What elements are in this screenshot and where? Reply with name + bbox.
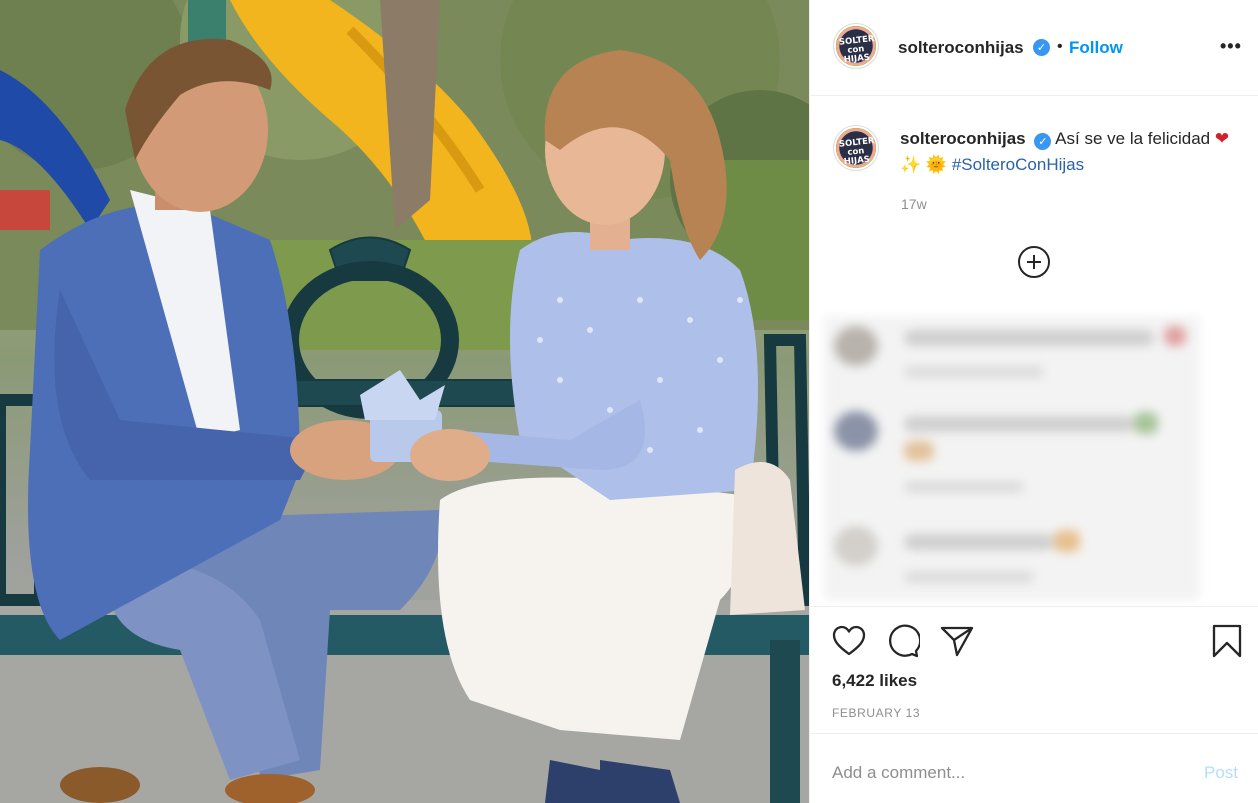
comment-bar: Post [810, 733, 1258, 803]
caption-avatar[interactable]: SOLTERO con HIJAS [834, 126, 878, 170]
likes-count[interactable]: 6,422 likes [832, 671, 917, 691]
header-username[interactable]: solteroconhijas [898, 38, 1024, 58]
caption-hashtag[interactable]: #SolteroConHijas [952, 155, 1084, 174]
sun-emoji-icon: 🌞 [925, 155, 948, 175]
heart-emoji-icon: ❤ [1214, 129, 1230, 149]
bookmark-icon[interactable] [1212, 624, 1242, 658]
caption-username[interactable]: solteroconhijas [900, 129, 1026, 148]
verified-badge-icon: ✓ [1033, 39, 1050, 56]
photo-illustration [0, 0, 809, 803]
post-photo[interactable] [0, 0, 809, 803]
blurred-comments [824, 316, 1200, 600]
separator-dot: • [1057, 38, 1063, 55]
avatar-logo-text: SOLTERO con HIJAS [838, 33, 878, 66]
caption-age[interactable]: 17w [901, 196, 927, 212]
load-more-comments-icon[interactable] [1018, 246, 1050, 278]
post-header: SOLTERO con HIJAS solteroconhijas ✓ • Fo… [810, 0, 1258, 96]
avatar-logo-text: SOLTERO con HIJAS [838, 135, 878, 168]
post-date[interactable]: FEBRUARY 13 [832, 706, 920, 720]
post-side-panel: SOLTERO con HIJAS solteroconhijas ✓ • Fo… [809, 0, 1258, 803]
caption-text: solteroconhijas ✓ Así se ve la felicidad… [900, 126, 1230, 178]
heart-icon[interactable] [832, 625, 866, 657]
follow-button[interactable]: Follow [1069, 38, 1123, 58]
post-actions: 6,422 likes FEBRUARY 13 [810, 606, 1258, 734]
comment-input[interactable] [832, 758, 1162, 788]
caption-message: Así se ve la felicidad [1055, 129, 1215, 148]
avatar[interactable]: SOLTERO con HIJAS [834, 24, 878, 68]
sparkles-emoji-icon: ✨ [900, 155, 922, 175]
verified-badge-icon: ✓ [1034, 133, 1052, 150]
post-comment-button[interactable]: Post [1204, 763, 1238, 783]
more-options-icon[interactable]: ••• [1220, 36, 1242, 57]
share-icon[interactable] [940, 625, 974, 657]
comment-icon[interactable] [886, 624, 920, 658]
